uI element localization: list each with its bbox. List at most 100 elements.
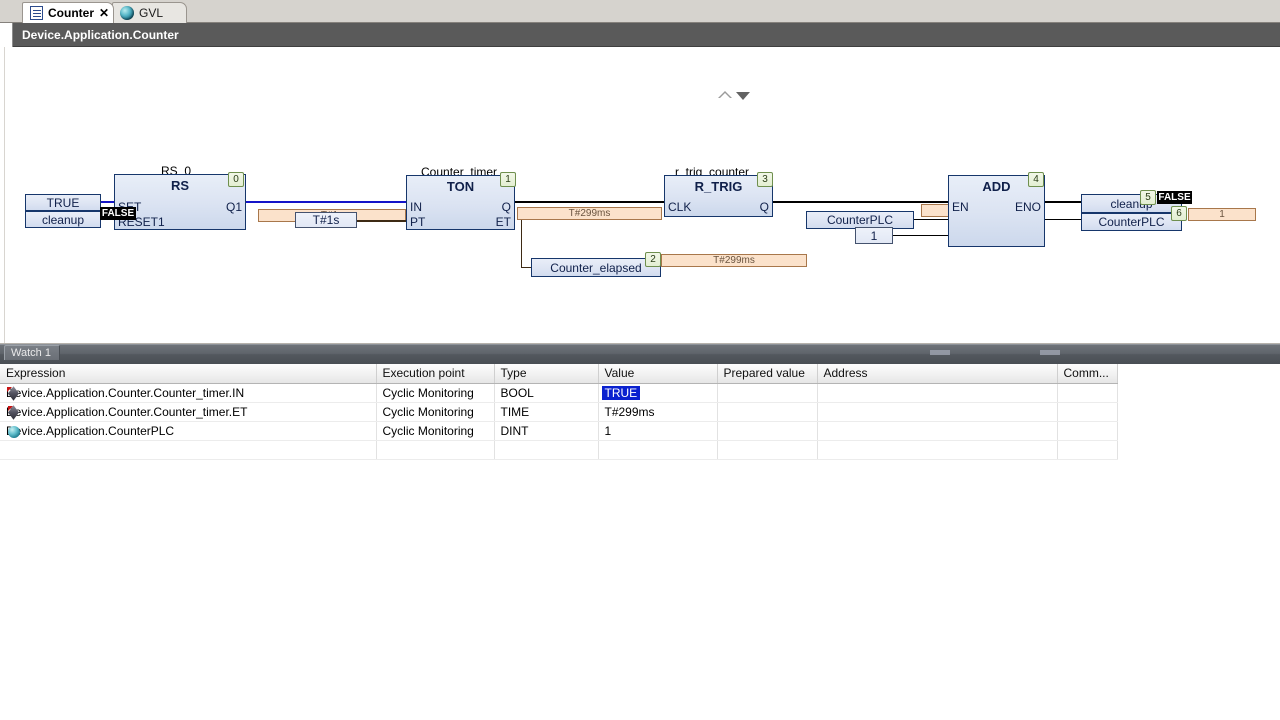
tab-gvl[interactable]: GVL (112, 2, 187, 23)
expression-text: Device.Application.Counter.Counter_timer… (6, 385, 245, 400)
column-header-prepared-value[interactable]: Prepared value (717, 364, 818, 384)
scroll-down-arrow-icon[interactable] (736, 92, 750, 100)
cell-prepared-value[interactable] (717, 440, 818, 460)
pin-clk[interactable]: CLK (668, 200, 691, 214)
const-pt[interactable]: T#1s (295, 212, 357, 228)
fbd-editor-canvas[interactable]: RS_0 RS SET RESET1 Q1 0 TRUE cleanup FAL… (0, 47, 1280, 344)
expression-text: Device.Application.CounterPLC (6, 423, 175, 438)
cell-type[interactable]: TIME (494, 402, 599, 422)
pin-eno[interactable]: ENO (1015, 200, 1041, 214)
output-var-counter-elapsed[interactable]: Counter_elapsed (531, 258, 661, 277)
cell-expression[interactable]: Device.Application.Counter.Counter_timer… (0, 383, 377, 403)
watch-panel-tab[interactable]: Watch 1 (4, 345, 60, 360)
cell-value[interactable]: 1 (598, 421, 718, 441)
column-header-expression[interactable]: Expression (0, 364, 377, 384)
cell-type[interactable] (494, 440, 599, 460)
wire-q1-to-in (246, 201, 406, 203)
cell-execution-point[interactable] (376, 440, 495, 460)
block-type-rtrig: R_TRIG (694, 179, 743, 194)
table-row[interactable]: Device.Application.Counter.Counter_timer… (0, 402, 1118, 422)
wire-set-active (101, 201, 114, 203)
cell-address[interactable] (817, 383, 1058, 403)
badge-counter-elapsed: 2 (645, 252, 661, 267)
wire-add-to-counterplc (1045, 219, 1081, 220)
wire-q-to-clk (515, 201, 664, 203)
value-selected[interactable]: TRUE (601, 385, 641, 400)
tab-counter[interactable]: Counter ✕ (22, 2, 114, 23)
globe-icon (120, 6, 134, 20)
cell-expression[interactable]: Device.Application.CounterPLC (0, 421, 377, 441)
cell-prepared-value[interactable] (717, 383, 818, 403)
table-row-empty[interactable] (0, 440, 1118, 460)
table-row[interactable]: Device.Application.Counter.Counter_timer… (0, 383, 1118, 403)
panel-control-left[interactable] (930, 350, 950, 355)
cell-address[interactable] (817, 440, 1058, 460)
monitor-out-icon (7, 404, 21, 420)
table-header-row: Expression Execution point Type Value Pr… (0, 364, 1118, 384)
badge-network-1: 1 (500, 172, 516, 187)
cell-address[interactable] (817, 421, 1058, 441)
block-type-rs: RS (170, 178, 190, 193)
wire-et-to-elapsed (521, 267, 531, 268)
value-flag-out-cleanup: FALSE (1157, 191, 1192, 204)
cell-expression[interactable]: Device.Application.Counter.Counter_timer… (0, 402, 377, 422)
cell-prepared-value[interactable] (717, 402, 818, 422)
watch-panel-divider[interactable]: Watch 1 (0, 344, 1280, 364)
network-nav-arrows[interactable] (718, 90, 752, 102)
badge-network-0: 0 (228, 172, 244, 187)
pin-q[interactable]: Q (502, 200, 511, 214)
panel-control-right[interactable] (1040, 350, 1060, 355)
function-block-rs[interactable]: RS SET RESET1 Q1 (114, 174, 246, 230)
column-header-execution-point[interactable]: Execution point (376, 364, 495, 384)
cell-comment[interactable] (1057, 440, 1118, 460)
badge-out-counterplc: 6 (1171, 206, 1187, 221)
cell-comment[interactable] (1057, 383, 1118, 403)
pin-in[interactable]: IN (410, 200, 422, 214)
cell-value[interactable]: T#299ms (598, 402, 718, 422)
cell-execution-point[interactable]: Cyclic Monitoring (376, 402, 495, 422)
table-row[interactable]: Device.Application.CounterPLC Cyclic Mon… (0, 421, 1118, 441)
scroll-up-arrow-icon[interactable] (718, 91, 732, 98)
monitor-in-icon (7, 385, 21, 401)
cell-comment[interactable] (1057, 402, 1118, 422)
pin-en[interactable]: EN (952, 200, 969, 214)
value-flag-counter-elapsed: T#299ms (661, 254, 807, 267)
cell-type[interactable]: BOOL (494, 383, 599, 403)
pin-q1[interactable]: Q1 (226, 200, 242, 214)
cell-execution-point[interactable]: Cyclic Monitoring (376, 383, 495, 403)
cell-type[interactable]: DINT (494, 421, 599, 441)
cell-comment[interactable] (1057, 421, 1118, 441)
pin-et[interactable]: ET (496, 215, 511, 229)
const-add-1[interactable]: 1 (855, 227, 893, 244)
wire-pt (357, 220, 406, 222)
watch-list-panel[interactable]: Expression Execution point Type Value Pr… (0, 364, 1280, 720)
input-var-true[interactable]: TRUE (25, 194, 101, 211)
cell-execution-point[interactable]: Cyclic Monitoring (376, 421, 495, 441)
badge-network-4: 4 (1028, 172, 1044, 187)
globe-icon (7, 425, 21, 438)
column-header-type[interactable]: Type (494, 364, 599, 384)
expression-text: Device.Application.Counter.Counter_timer… (6, 404, 248, 419)
pin-rtrig-q[interactable]: Q (760, 200, 769, 214)
close-icon[interactable]: ✕ (99, 7, 109, 19)
badge-out-cleanup: 5 (1140, 190, 1156, 205)
badge-network-3: 3 (757, 172, 773, 187)
value-flag-out-counterplc: 1 (1188, 208, 1256, 221)
column-header-address[interactable]: Address (817, 364, 1058, 384)
column-header-comment[interactable]: Comm... (1057, 364, 1118, 384)
function-block-ton[interactable]: TON IN PT Q ET (406, 175, 515, 230)
cell-value[interactable]: TRUE (598, 383, 718, 403)
input-var-cleanup[interactable]: cleanup (25, 211, 101, 228)
block-type-ton: TON (446, 179, 475, 194)
cell-value[interactable] (598, 440, 718, 460)
wire-eno-to-cleanup (1045, 201, 1081, 203)
output-var-counterplc[interactable]: CounterPLC (1081, 213, 1182, 231)
cell-address[interactable] (817, 402, 1058, 422)
value-flag-et: T#299ms (517, 207, 662, 220)
cell-expression[interactable] (0, 440, 377, 460)
breadcrumb-notch (0, 23, 13, 47)
cell-prepared-value[interactable] (717, 421, 818, 441)
column-header-value[interactable]: Value (598, 364, 718, 384)
pin-pt[interactable]: PT (410, 215, 425, 229)
wire-et-drop (521, 220, 522, 268)
